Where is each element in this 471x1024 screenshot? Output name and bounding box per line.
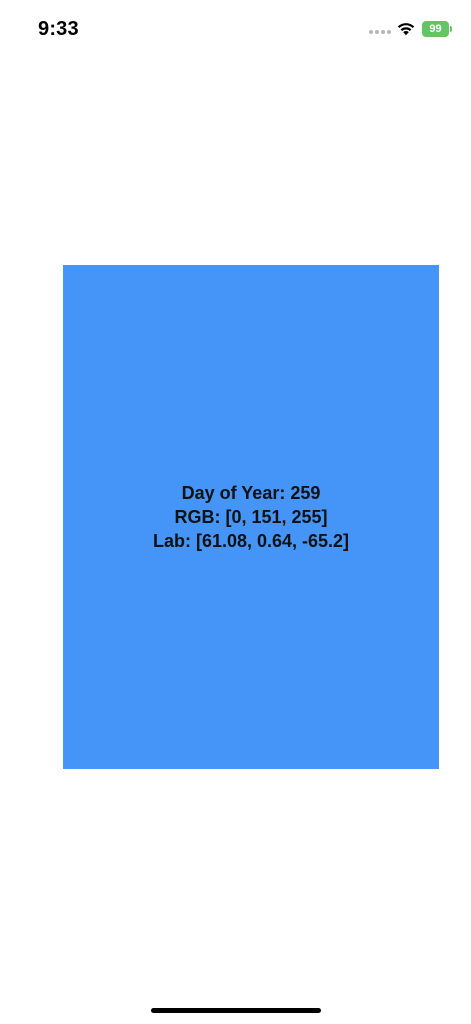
battery-charging-icon: 99 bbox=[422, 21, 452, 37]
signal-dots-icon bbox=[369, 30, 391, 34]
color-info: Day of Year: 259 RGB: [0, 151, 255] Lab:… bbox=[153, 481, 349, 553]
battery-level: 99 bbox=[429, 23, 442, 35]
app-screen: 9:33 99 Day of Year: 259 RGB: [0, 151, 2… bbox=[0, 0, 471, 1024]
wifi-icon bbox=[397, 23, 415, 36]
color-swatch-panel: Day of Year: 259 RGB: [0, 151, 255] Lab:… bbox=[63, 265, 439, 769]
status-bar: 9:33 99 bbox=[0, 0, 471, 58]
home-indicator[interactable] bbox=[151, 1008, 321, 1013]
rgb-value-label: RGB: [0, 151, 255] bbox=[174, 507, 328, 527]
lab-value-label: Lab: [61.08, 0.64, -65.2] bbox=[152, 531, 350, 551]
day-of-year-label: Day of Year: 259 bbox=[181, 483, 321, 503]
status-time: 9:33 bbox=[38, 18, 79, 40]
battery-cap bbox=[450, 26, 452, 32]
